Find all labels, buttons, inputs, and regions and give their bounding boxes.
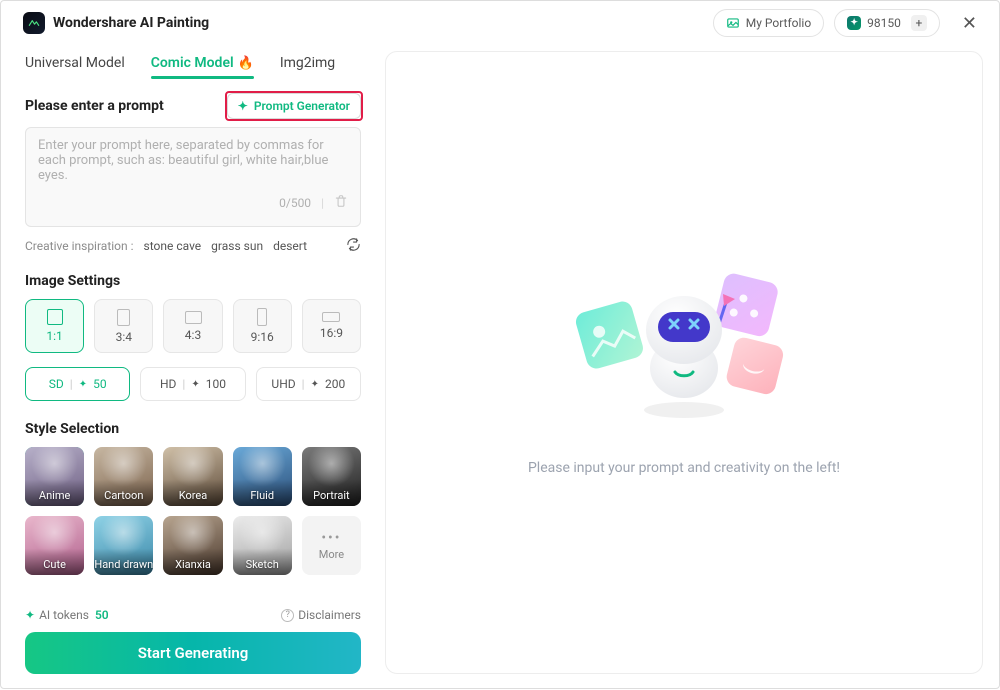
hot-icon: 🔥 bbox=[238, 56, 254, 71]
tab-universal-model[interactable]: Universal Model bbox=[25, 51, 125, 79]
prompt-generator-button[interactable]: ✦ Prompt Generator bbox=[227, 93, 361, 119]
ellipsis-icon: ••• bbox=[321, 530, 341, 546]
control-panel: Universal Model Comic Model🔥 Img2img Pleas… bbox=[25, 51, 361, 674]
style-korea[interactable]: Korea bbox=[163, 447, 222, 506]
add-credits-icon[interactable]: + bbox=[911, 15, 927, 31]
aspect-9-16[interactable]: 9:16 bbox=[233, 299, 292, 353]
ratio-shape-icon bbox=[47, 309, 63, 325]
prompt-generator-highlight: ✦ Prompt Generator bbox=[227, 93, 361, 119]
points-value: 98150 bbox=[867, 16, 901, 30]
ai-tokens-value: 50 bbox=[95, 608, 109, 622]
my-portfolio-button[interactable]: My Portfolio bbox=[713, 9, 824, 37]
model-tabs: Universal Model Comic Model🔥 Img2img bbox=[25, 51, 361, 79]
info-icon: ? bbox=[281, 609, 294, 622]
ai-tokens-row: ✦ AI tokens 50 ? Disclaimers bbox=[25, 608, 361, 622]
aspect-3-4[interactable]: 3:4 bbox=[94, 299, 153, 353]
aspect-label: 3:4 bbox=[116, 330, 132, 344]
tab-img2img[interactable]: Img2img bbox=[280, 51, 335, 79]
start-generating-button[interactable]: Start Generating bbox=[25, 632, 361, 674]
style-portrait[interactable]: Portrait bbox=[302, 447, 361, 506]
ratio-shape-icon bbox=[185, 311, 202, 324]
refresh-inspiration-icon[interactable] bbox=[346, 237, 361, 255]
preview-hint: Please input your prompt and creativity … bbox=[528, 460, 840, 476]
quality-uhd[interactable]: UHD|✦200 bbox=[256, 367, 361, 401]
inspiration-token[interactable]: desert bbox=[273, 239, 307, 253]
style-label: Fluid bbox=[250, 489, 274, 506]
ratio-shape-icon bbox=[117, 309, 130, 326]
style-grid: Anime Cartoon Korea Fluid Portrait Cute Hand d… bbox=[25, 447, 361, 575]
portfolio-icon bbox=[726, 16, 740, 30]
aspect-4-3[interactable]: 4:3 bbox=[163, 299, 222, 353]
style-label: Portrait bbox=[313, 489, 350, 506]
style-label: Korea bbox=[179, 489, 207, 506]
empty-state-illustration bbox=[564, 250, 804, 430]
inspiration-token[interactable]: grass sun bbox=[211, 239, 263, 253]
inspiration-label: Creative inspiration : bbox=[25, 239, 134, 253]
app-title: Wondershare AI Painting bbox=[53, 15, 209, 31]
style-selection-title: Style Selection bbox=[25, 421, 361, 437]
image-settings-title: Image Settings bbox=[25, 273, 361, 289]
diamond-icon: ✦ bbox=[311, 379, 319, 390]
style-cartoon[interactable]: Cartoon bbox=[94, 447, 153, 506]
my-portfolio-label: My Portfolio bbox=[746, 16, 811, 30]
style-sketch[interactable]: Sketch bbox=[233, 516, 292, 575]
aspect-1-1[interactable]: 1:1 bbox=[25, 299, 84, 353]
prompt-section-title: Please enter a prompt bbox=[25, 98, 164, 114]
clear-prompt-icon[interactable] bbox=[334, 194, 348, 211]
style-cute[interactable]: Cute bbox=[25, 516, 84, 575]
prompt-generator-label: Prompt Generator bbox=[254, 99, 350, 113]
inspiration-row: Creative inspiration : stone cave grass s… bbox=[25, 237, 361, 255]
close-button[interactable]: ✕ bbox=[956, 9, 983, 38]
preview-panel: Please input your prompt and creativity … bbox=[385, 51, 983, 674]
quality-row: SD|✦50 HD|✦100 UHD|✦200 bbox=[25, 367, 361, 401]
style-label: Hand drawn bbox=[94, 558, 153, 575]
sparkle-icon: ✦ bbox=[238, 99, 248, 113]
quality-sd[interactable]: SD|✦50 bbox=[25, 367, 130, 401]
title-bar: Wondershare AI Painting My Portfolio ✦ 9… bbox=[1, 1, 999, 45]
credits-icon: ✦ bbox=[847, 16, 861, 30]
style-more-button[interactable]: •••More bbox=[302, 516, 361, 575]
style-xianxia[interactable]: Xianxia bbox=[163, 516, 222, 575]
quality-hd[interactable]: HD|✦100 bbox=[140, 367, 245, 401]
points-button[interactable]: ✦ 98150 + bbox=[834, 9, 940, 37]
aspect-label: 16:9 bbox=[320, 326, 343, 340]
style-label: Xianxia bbox=[175, 558, 211, 575]
diamond-icon: ✦ bbox=[79, 379, 87, 390]
aspect-label: 4:3 bbox=[185, 328, 201, 342]
aspect-ratio-row: 1:1 3:4 4:3 9:16 16:9 bbox=[25, 299, 361, 353]
aspect-label: 9:16 bbox=[251, 330, 274, 344]
tab-comic-model[interactable]: Comic Model🔥 bbox=[151, 51, 254, 79]
prompt-box: 0/500 | bbox=[25, 127, 361, 227]
ratio-shape-icon bbox=[322, 312, 340, 322]
disclaimers-link[interactable]: ? Disclaimers bbox=[281, 608, 361, 622]
prompt-input[interactable] bbox=[38, 138, 348, 194]
char-counter: 0/500 bbox=[279, 196, 311, 210]
style-hand-drawn[interactable]: Hand drawn bbox=[94, 516, 153, 575]
style-label: Sketch bbox=[246, 558, 279, 575]
aspect-16-9[interactable]: 16:9 bbox=[302, 299, 361, 353]
style-fluid[interactable]: Fluid bbox=[233, 447, 292, 506]
ai-tokens-label: AI tokens bbox=[39, 608, 89, 622]
inspiration-token[interactable]: stone cave bbox=[144, 239, 202, 253]
app-logo-icon bbox=[23, 12, 45, 34]
style-label: Anime bbox=[39, 489, 70, 506]
style-anime[interactable]: Anime bbox=[25, 447, 84, 506]
ratio-shape-icon bbox=[257, 308, 267, 326]
style-label: Cartoon bbox=[104, 489, 143, 506]
app-logo: Wondershare AI Painting bbox=[23, 12, 209, 34]
style-label: Cute bbox=[43, 558, 66, 575]
diamond-icon: ✦ bbox=[25, 608, 35, 622]
aspect-label: 1:1 bbox=[46, 329, 62, 343]
diamond-icon: ✦ bbox=[191, 379, 199, 390]
